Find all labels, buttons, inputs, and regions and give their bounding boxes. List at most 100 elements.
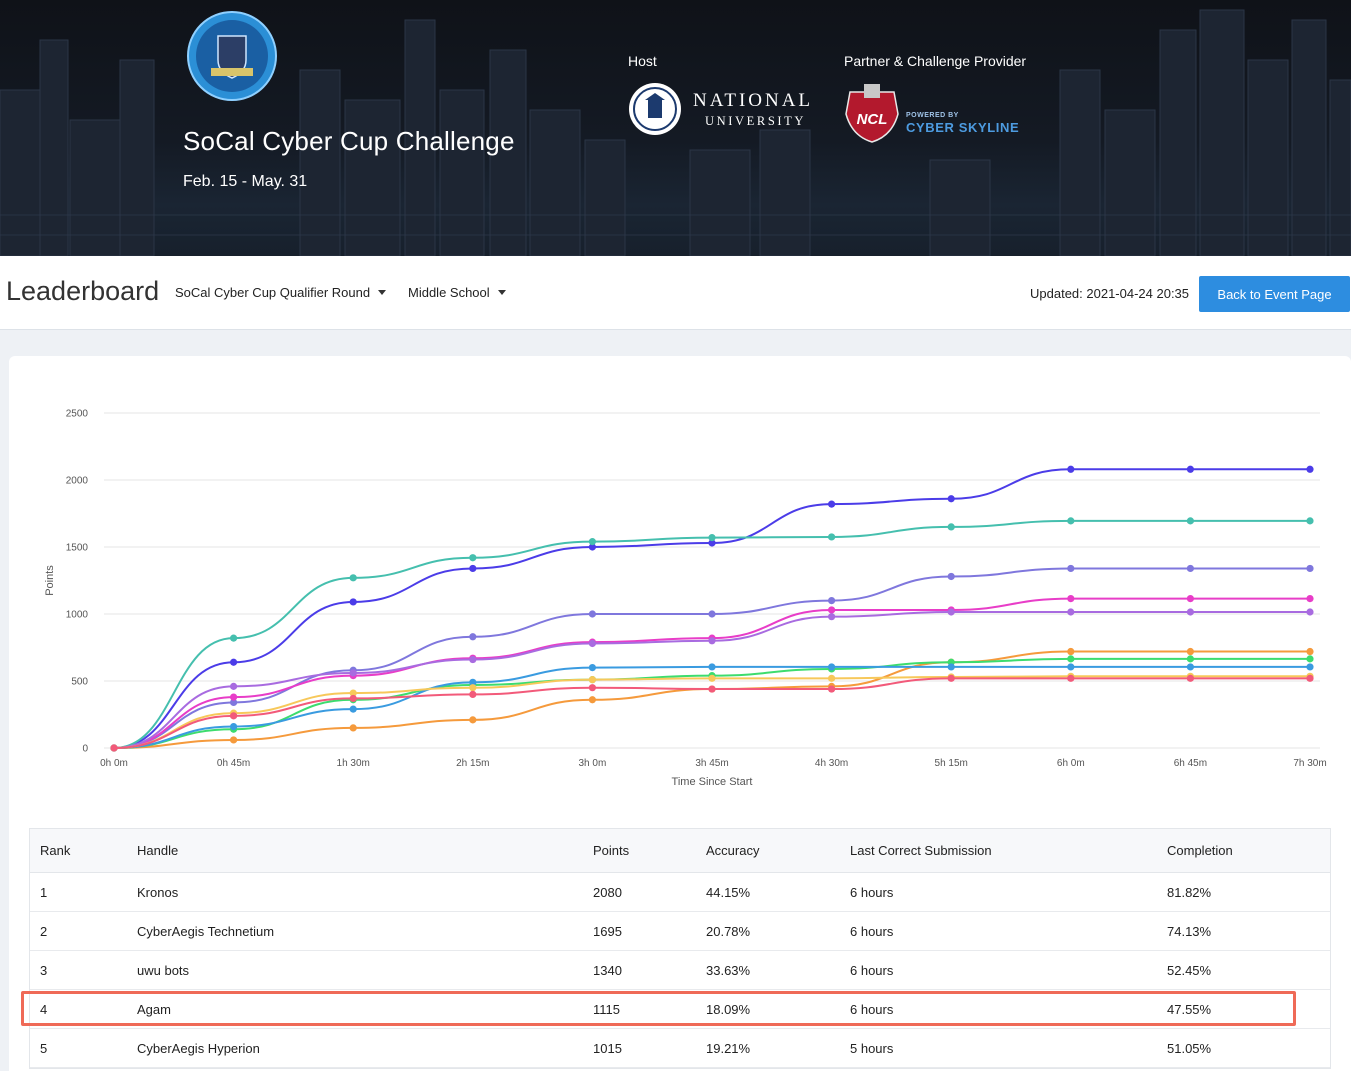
last-submission-cell: 6 hours [850, 884, 894, 900]
series-point-8 [230, 722, 238, 731]
table-header: Rank Handle Points Accuracy Last Correct… [30, 829, 1330, 873]
event-banner: SoCal Cyber Cup Challenge Feb. 15 - May.… [0, 0, 1351, 256]
handle-cell: Agam [137, 1001, 171, 1017]
event-title: SoCal Cyber Cup Challenge [183, 126, 515, 156]
series-point-10 [588, 684, 597, 692]
rank-cell: 2 [40, 923, 48, 939]
series-point-2 [828, 533, 836, 541]
header-handle[interactable]: Handle [137, 829, 178, 872]
x-tick-label: 0h 45m [217, 758, 250, 769]
accuracy-cell: 19.21% [706, 1040, 751, 1056]
completion-cell: 51.05% [1167, 1040, 1212, 1056]
table-row[interactable]: 4 Agam 1115 18.09% 6 hours 47.55% [30, 990, 1330, 1029]
series-point-1 [828, 500, 836, 508]
accuracy-cell: 33.63% [706, 962, 751, 978]
y-tick-label: 500 [71, 677, 88, 688]
last-submission-cell: 6 hours [850, 923, 894, 939]
series-point-5 [230, 682, 238, 690]
series-point-8 [1067, 663, 1075, 671]
series-point-1 [230, 658, 238, 666]
y-tick-label: 0 [82, 744, 88, 755]
header-last-correct[interactable]: Last Correct Submission [850, 829, 992, 872]
series-point-7 [1306, 655, 1314, 663]
round-select[interactable]: SoCal Cyber Cup Qualifier Round [175, 285, 387, 300]
header-rank[interactable]: Rank [40, 829, 70, 872]
series-point-4 [828, 606, 836, 614]
series-point-10 [1067, 674, 1075, 682]
series-point-2 [349, 574, 357, 582]
header-accuracy[interactable]: Accuracy [706, 829, 759, 872]
national-university-seal [629, 83, 681, 135]
accuracy-cell: 20.78% [706, 923, 751, 939]
series-point-4 [1067, 594, 1075, 603]
handle-cell: CyberAegis Technetium [137, 923, 275, 939]
points-over-time-chart: 0 500 1000 1500 2000 2500 0h 0m 0h 45m 1h 30m 2h … [44, 409, 1327, 789]
series-point-5 [349, 669, 357, 677]
x-axis-title: Time Since Start [672, 776, 753, 788]
series-point-3 [1306, 564, 1314, 573]
table-row[interactable]: 1 Kronos 2080 44.15% 6 hours 81.82% [30, 873, 1330, 912]
handle-cell: CyberAegis Hyperion [137, 1040, 260, 1056]
series-point-5 [1067, 608, 1075, 616]
x-tick-label: 1h 30m [337, 758, 370, 769]
table-row[interactable]: 5 CyberAegis Hyperion 1015 19.21% 5 hour… [30, 1029, 1330, 1068]
series-point-10 [230, 712, 238, 720]
series-point-6 [230, 736, 238, 744]
series-point-4 [1306, 594, 1314, 603]
table-row[interactable]: 3 uwu bots 1340 33.63% 6 hours 52.45% [30, 951, 1330, 990]
header-points[interactable]: Points [593, 829, 629, 872]
leaderboard-table: Rank Handle Points Accuracy Last Correct… [29, 828, 1331, 1069]
completion-cell: 74.13% [1167, 923, 1212, 939]
series-point-8 [828, 663, 836, 671]
series-point-1 [469, 564, 477, 573]
division-select[interactable]: Middle School [408, 285, 506, 300]
x-tick-label: 3h 0m [579, 758, 607, 769]
points-cell: 1115 [593, 1001, 620, 1017]
accuracy-cell: 18.09% [706, 1001, 751, 1017]
accuracy-cell: 44.15% [706, 884, 751, 900]
ncl-badge-text: NCL [857, 111, 888, 128]
series-point-2 [1306, 517, 1314, 525]
series-point-6 [1186, 647, 1194, 656]
series-point-3 [1186, 564, 1194, 573]
y-tick-label: 2000 [66, 476, 89, 487]
series-point-1 [1186, 465, 1194, 473]
series-point-6 [349, 724, 357, 732]
table-row[interactable]: 2 CyberAegis Technetium 1695 20.78% 6 ho… [30, 912, 1330, 951]
rank-cell: 5 [40, 1040, 48, 1056]
x-tick-label: 6h 45m [1174, 758, 1207, 769]
series-point-3 [588, 610, 597, 618]
leaderboard-card: 0 500 1000 1500 2000 2500 0h 0m 0h 45m 1h 30m 2h … [9, 356, 1351, 1071]
series-point-9 [588, 676, 597, 684]
series-point-3 [1067, 564, 1075, 573]
series-point-8 [1186, 663, 1194, 671]
handle-cell: uwu bots [137, 962, 190, 978]
series-point-1 [349, 598, 357, 606]
y-tick-label: 1500 [66, 543, 89, 554]
series-point-5 [469, 655, 477, 664]
points-cell: 2080 [593, 884, 622, 900]
series-point-10 [1306, 674, 1314, 682]
series-point-5 [1186, 608, 1194, 616]
powered-by-label: POWERED BY [906, 112, 959, 119]
series-point-4 [230, 693, 238, 701]
series-point-2 [708, 534, 716, 542]
back-to-event-button[interactable]: Back to Event Page [1199, 276, 1350, 312]
series-point-8 [588, 664, 597, 672]
series-point-10 [947, 674, 955, 682]
leaderboard-toolbar: Leaderboard SoCal Cyber Cup Qualifier Ro… [0, 256, 1351, 330]
header-completion[interactable]: Completion [1167, 829, 1233, 872]
x-tick-label: 5h 15m [935, 758, 968, 769]
series-point-1 [1067, 465, 1075, 473]
socal-cyber-cup-logo [187, 11, 277, 101]
series-point-1 [1306, 465, 1314, 473]
series-point-5 [828, 613, 836, 621]
division-select-value: Middle School [408, 285, 490, 300]
series-point-2 [947, 523, 955, 531]
series-point-5 [588, 639, 597, 648]
series-point-1 [947, 495, 955, 503]
series-point-9 [828, 674, 836, 682]
handle-cell: Kronos [137, 884, 179, 900]
series-point-7 [1186, 655, 1194, 663]
completion-cell: 81.82% [1167, 884, 1212, 900]
